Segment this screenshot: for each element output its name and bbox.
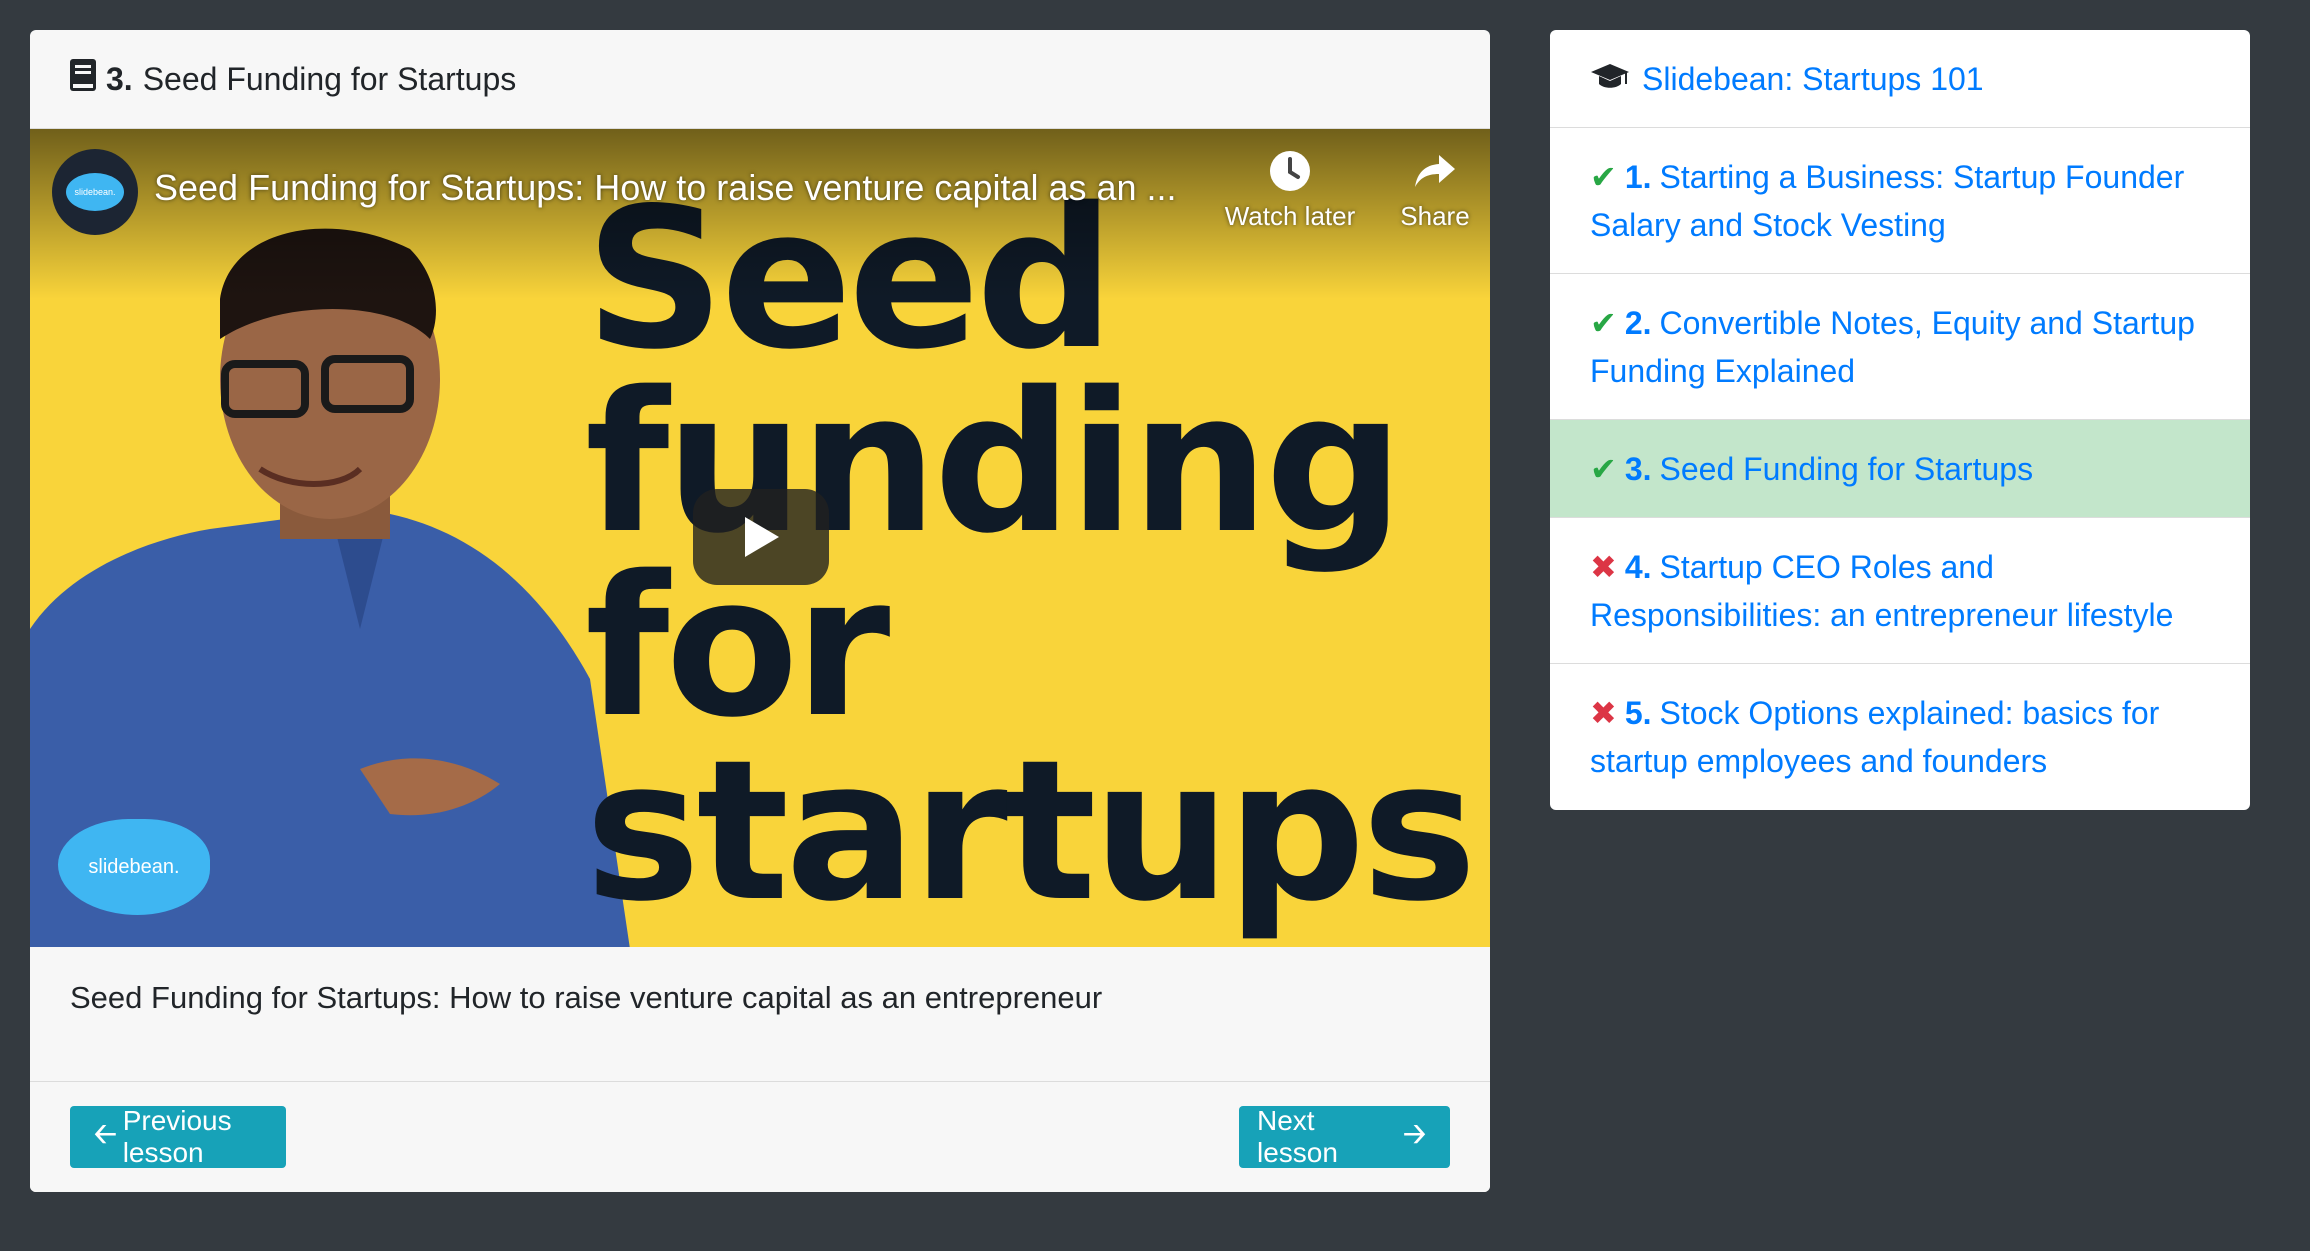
watch-later-button[interactable]: Watch later xyxy=(1215,149,1365,232)
lesson-number: 4. xyxy=(1624,548,1652,585)
video-title[interactable]: Seed Funding for Startups: How to raise … xyxy=(154,167,1177,209)
sidebar-lesson-1[interactable]: ✔ 1. Starting a Business: Startup Founder … xyxy=(1550,128,2250,274)
lesson-number: 2. xyxy=(1624,304,1652,341)
next-lesson-button[interactable]: Next lesson 🡢 xyxy=(1239,1105,1450,1168)
check-icon: ✔ xyxy=(1590,450,1617,487)
lesson-title: Seed Funding for Startups xyxy=(1659,450,2034,487)
channel-avatar[interactable]: slidebean. xyxy=(52,149,138,235)
lesson-number: 3. xyxy=(1624,450,1652,487)
previous-lesson-button[interactable]: 🡠 Previous lesson xyxy=(70,1105,286,1168)
check-icon: ✔ xyxy=(1590,304,1617,341)
lesson-footer: 🡠 Previous lesson Next lesson 🡢 xyxy=(30,1081,1490,1192)
check-icon: ✔ xyxy=(1590,158,1617,195)
lesson-title: Stock Options explained: basics for star… xyxy=(1590,695,2160,779)
lesson-number: 5. xyxy=(1624,695,1652,731)
video-player[interactable]: Seed funding for startups slidebean. sli… xyxy=(30,129,1490,947)
course-title: Slidebean: Startups 101 xyxy=(1642,60,1984,97)
lesson-title: Convertible Notes, Equity and Startup Fu… xyxy=(1590,304,2195,389)
sidebar-lesson-4[interactable]: ✖ 4. Startup CEO Roles and Responsibilitie… xyxy=(1550,518,2250,664)
slidebean-badge-text: slidebean. xyxy=(88,855,180,878)
arrow-right-icon: 🡢 xyxy=(1403,1118,1426,1149)
course-title-link[interactable]: Slidebean: Startups 101 xyxy=(1550,30,2250,128)
clock-icon xyxy=(1270,151,1310,191)
lesson-number: 1. xyxy=(1624,158,1652,195)
lesson-title: Starting a Business: Startup Founder Sal… xyxy=(1590,158,2185,243)
lesson-card: 3. Seed Funding for Startups Seed fundin… xyxy=(30,30,1490,1192)
sidebar-lesson-2[interactable]: ✔ 2. Convertible Notes, Equity and Startup… xyxy=(1550,274,2250,420)
cross-icon: ✖ xyxy=(1590,695,1617,731)
arrow-left-icon: 🡠 xyxy=(94,1118,117,1149)
sidebar-lesson-3[interactable]: ✔ 3. Seed Funding for Startups xyxy=(1550,420,2250,518)
play-icon xyxy=(745,517,779,557)
sidebar-lesson-5[interactable]: ✖ 5. Stock Options explained: basics for s… xyxy=(1550,664,2250,810)
lesson-header: 3. Seed Funding for Startups xyxy=(30,30,1490,129)
watch-later-label: Watch later xyxy=(1224,201,1356,231)
channel-logo-text: slidebean. xyxy=(66,173,124,211)
graduation-cap-icon xyxy=(1590,55,1630,103)
lesson-title: Seed Funding for Startups xyxy=(142,60,517,97)
previous-lesson-label: Previous lesson xyxy=(122,1105,232,1168)
share-label: Share xyxy=(1400,201,1470,231)
thumbnail-line: startups xyxy=(585,718,1477,944)
video-caption: Seed Funding for Startups: How to raise … xyxy=(70,980,1103,1015)
lesson-number: 3. xyxy=(106,60,133,97)
lesson-title: Startup CEO Roles and Responsibilities: … xyxy=(1590,548,2174,633)
cross-icon: ✖ xyxy=(1590,548,1617,585)
play-button[interactable] xyxy=(693,489,829,585)
share-button[interactable]: Share xyxy=(1360,149,1490,232)
share-icon xyxy=(1415,155,1455,187)
next-lesson-label: Next lesson xyxy=(1257,1105,1338,1168)
book-icon xyxy=(70,59,96,99)
course-lesson-list: Slidebean: Startups 101 ✔ 1. Starting a Bu… xyxy=(1550,30,2250,810)
